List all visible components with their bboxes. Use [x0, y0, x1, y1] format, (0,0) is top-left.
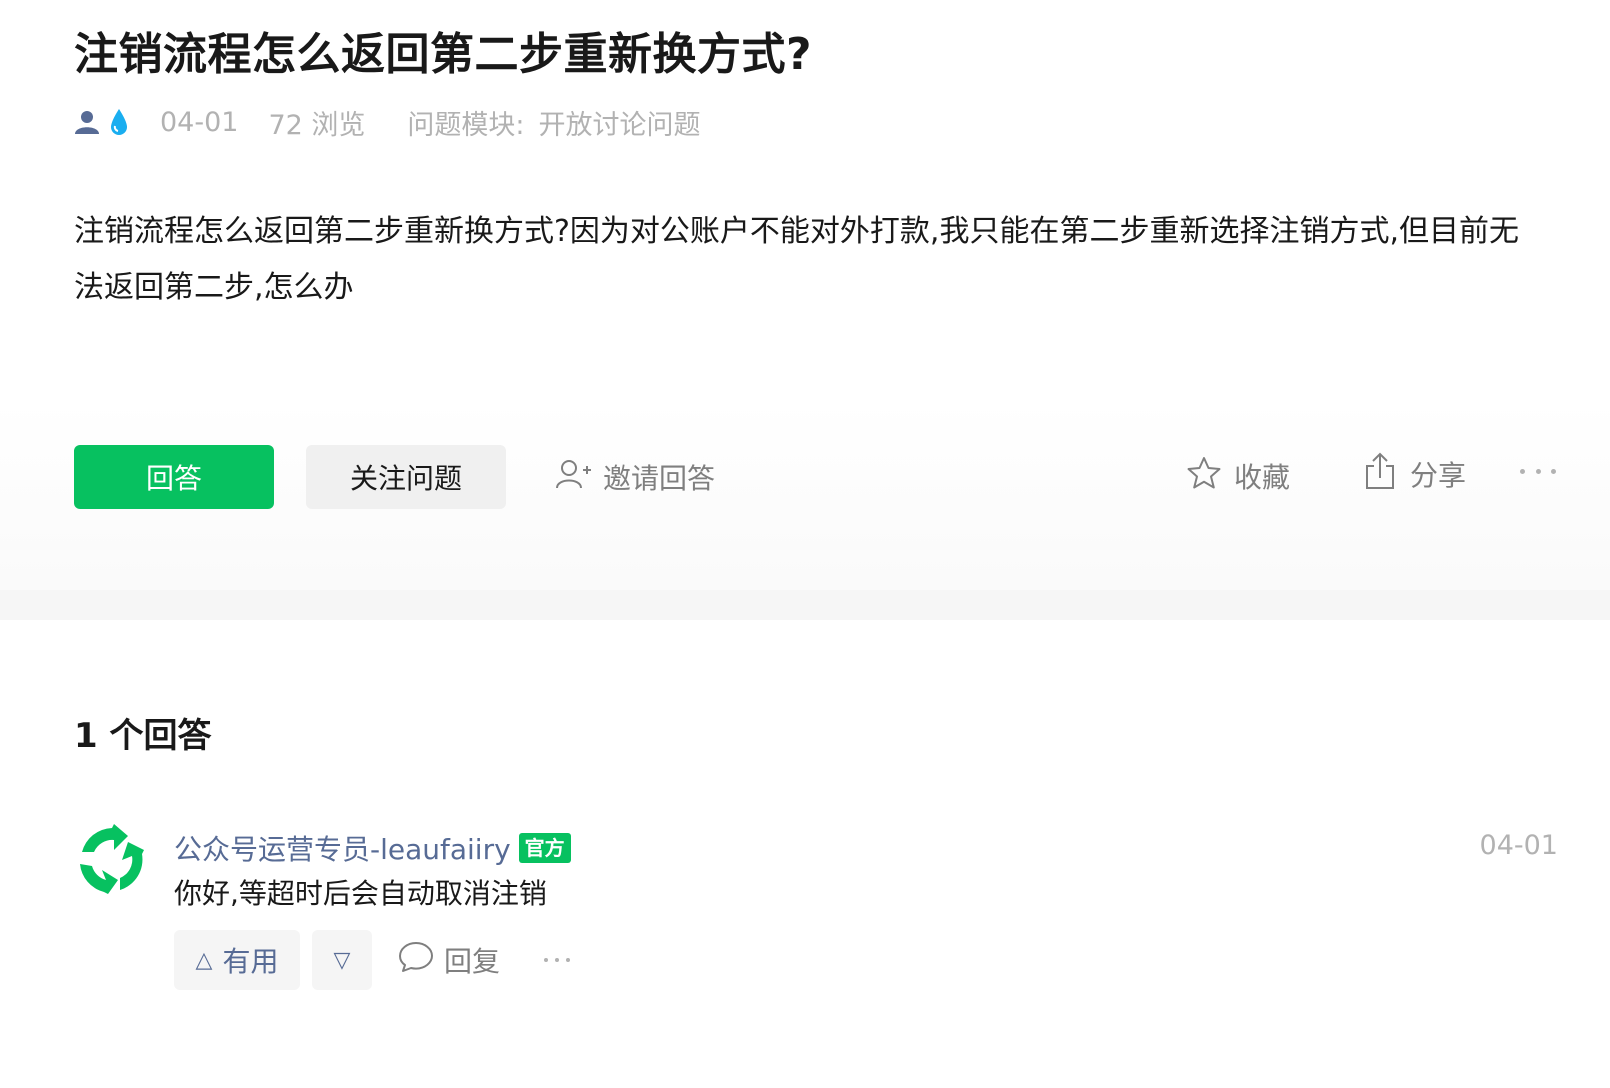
favorite-label: 收藏: [1234, 461, 1291, 494]
section-divider: [0, 590, 1610, 620]
author-name[interactable]: 公众号运营专员-leaufaiiry: [174, 828, 511, 868]
module-link[interactable]: 开放讨论问题: [539, 103, 701, 142]
user-icon[interactable]: [74, 109, 100, 135]
comment-bubble-icon: [398, 940, 434, 981]
share-icon: [1364, 452, 1396, 497]
useful-button[interactable]: △ 有用: [174, 930, 300, 990]
share-label: 分享: [1410, 459, 1467, 492]
water-drop-icon: [110, 108, 128, 136]
downvote-icon: ▽: [333, 947, 351, 973]
follow-question-button[interactable]: 关注问题: [306, 445, 506, 509]
question-meta: 04-01 72 浏览 问题模块: 开放讨论问题: [74, 102, 701, 142]
question-date: 04-01: [160, 106, 239, 138]
answer-text: 你好,等超时后会自动取消注销: [174, 877, 547, 910]
favorite-button[interactable]: 收藏: [1186, 450, 1290, 502]
view-count: 72 浏览: [268, 109, 366, 141]
invite-user-icon: [555, 458, 593, 497]
avatar[interactable]: [74, 822, 150, 898]
invite-answer-button[interactable]: 邀请回答: [555, 452, 715, 502]
useful-label: 有用: [222, 945, 279, 978]
official-badge: 官方: [518, 833, 571, 863]
invite-answer-label: 邀请回答: [603, 462, 716, 495]
answer-button[interactable]: 回答: [74, 445, 274, 509]
question-title: 注销流程怎么返回第二步重新换方式?: [74, 29, 813, 80]
answer-author-line: 公众号运营专员-leaufaiiry 官方: [174, 826, 571, 870]
reply-label: 回复: [444, 945, 501, 978]
more-icon[interactable]: [544, 950, 570, 970]
downvote-button[interactable]: ▽: [312, 930, 372, 990]
answers-heading: 1 个回答: [74, 716, 212, 756]
question-body: 注销流程怎么返回第二步重新换方式?因为对公账户不能对外打款,我只能在第二步重新选…: [74, 214, 1519, 305]
module-label: 问题模块:: [407, 109, 525, 141]
avatar-logo-icon: [74, 822, 150, 898]
more-icon[interactable]: [1520, 456, 1556, 486]
upvote-icon: △: [195, 947, 213, 973]
share-button[interactable]: 分享: [1364, 448, 1466, 500]
reply-button[interactable]: 回复: [398, 936, 500, 984]
star-icon: [1186, 456, 1222, 497]
answer-date: 04-01: [1479, 830, 1558, 861]
